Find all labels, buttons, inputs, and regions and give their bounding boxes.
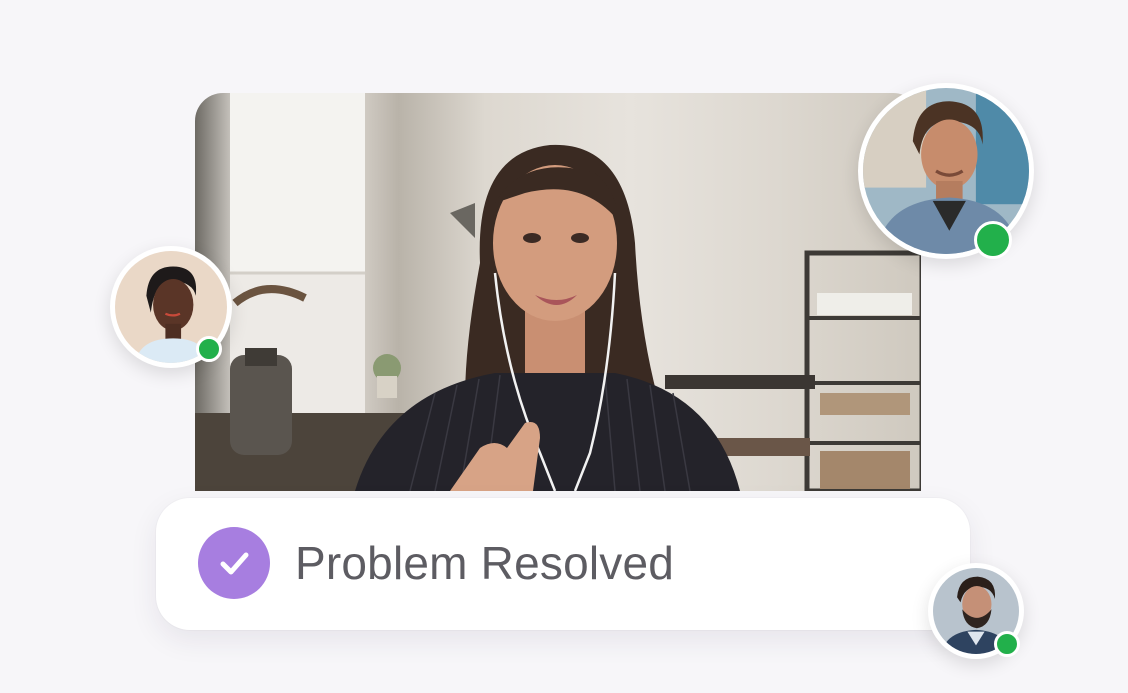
video-scene: [195, 93, 921, 491]
online-status-indicator: [994, 631, 1020, 657]
main-video-feed: [195, 93, 921, 491]
check-icon: [198, 527, 270, 599]
participant-avatar-left[interactable]: [110, 246, 232, 368]
participant-avatar-top-right[interactable]: [858, 83, 1034, 259]
online-status-indicator: [974, 221, 1012, 259]
participant-avatar-bottom-right[interactable]: [928, 563, 1024, 659]
status-card: Problem Resolved: [156, 498, 970, 630]
status-label: Problem Resolved: [295, 537, 675, 589]
online-status-indicator: [196, 336, 222, 362]
vase: [230, 355, 292, 455]
shelf: [804, 250, 921, 491]
